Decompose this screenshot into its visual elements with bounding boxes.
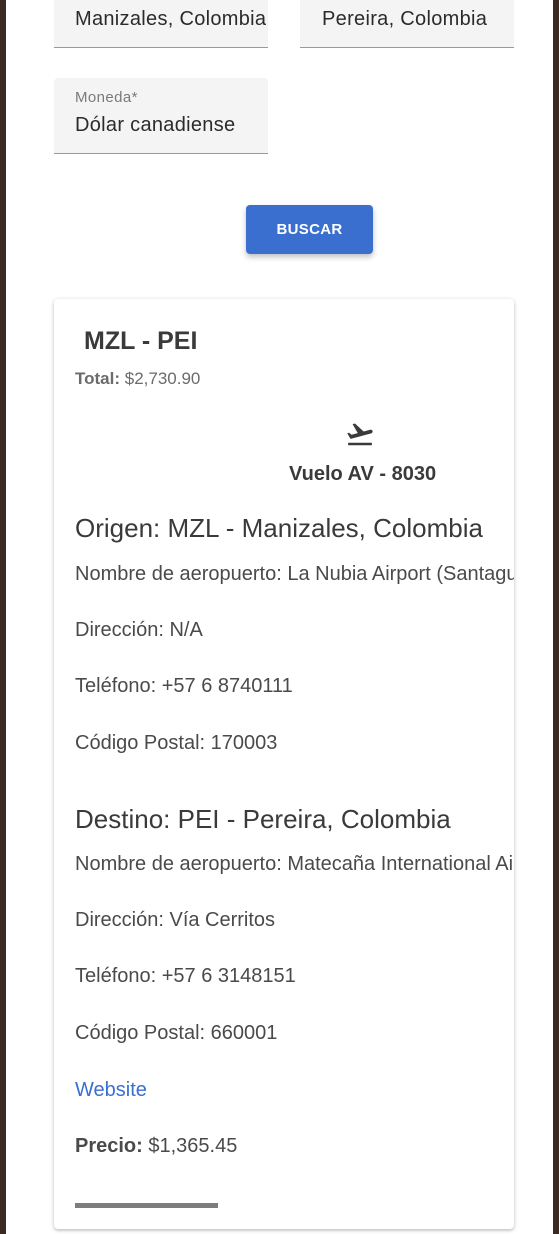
destination-airport: Nombre de aeropuerto: Matecaña Internati… bbox=[75, 853, 514, 875]
currency-value[interactable]: Dólar canadiense bbox=[75, 114, 235, 137]
flight-number: Vuelo AV - 8030 bbox=[289, 463, 437, 485]
price-label: Precio: bbox=[75, 1135, 143, 1157]
origin-phone: Teléfono: +57 6 8740111 bbox=[75, 675, 293, 697]
destination-phone: Teléfono: +57 6 3148151 bbox=[75, 965, 296, 987]
website-link[interactable]: Website bbox=[75, 1079, 147, 1102]
price: Precio: $1,365.45 bbox=[75, 1135, 237, 1158]
search-button[interactable]: BUSCAR bbox=[246, 205, 373, 254]
currency-select[interactable]: Moneda* Dólar canadiense bbox=[54, 78, 268, 154]
route-title: MZL - PEI bbox=[84, 327, 198, 355]
window-frame-left bbox=[0, 0, 6, 1234]
destination-address: Dirección: Vía Cerritos bbox=[75, 909, 276, 931]
total-value: $2,730.90 bbox=[124, 369, 201, 388]
flight-result-card: MZL - PEI Total: $2,730.90 Vuelo AV - 80… bbox=[54, 299, 514, 1229]
origin-field[interactable]: Manizales, Colombia bbox=[54, 0, 268, 48]
origin-postal: Código Postal: 170003 bbox=[75, 732, 278, 754]
origin-airport: Nombre de aeropuerto: La Nubia Airport (… bbox=[75, 563, 514, 585]
destination-postal: Código Postal: 660001 bbox=[75, 1022, 278, 1044]
origin-heading: Origen: MZL - Manizales, Colombia bbox=[75, 513, 483, 543]
window-frame-right bbox=[553, 0, 559, 1234]
card-divider bbox=[75, 1203, 218, 1208]
price-value: $1,365.45 bbox=[148, 1135, 238, 1157]
destination-value[interactable]: Pereira, Colombia bbox=[322, 8, 487, 31]
currency-label: Moneda* bbox=[75, 89, 138, 106]
origin-address: Dirección: N/A bbox=[75, 619, 203, 641]
total-label: Total: bbox=[75, 369, 121, 388]
flight-takeoff-icon bbox=[347, 423, 373, 446]
destination-heading: Destino: PEI - Pereira, Colombia bbox=[75, 804, 451, 834]
destination-field[interactable]: Pereira, Colombia bbox=[300, 0, 514, 48]
origin-value[interactable]: Manizales, Colombia bbox=[75, 8, 266, 31]
total-price: Total: $2,730.90 bbox=[75, 369, 200, 389]
